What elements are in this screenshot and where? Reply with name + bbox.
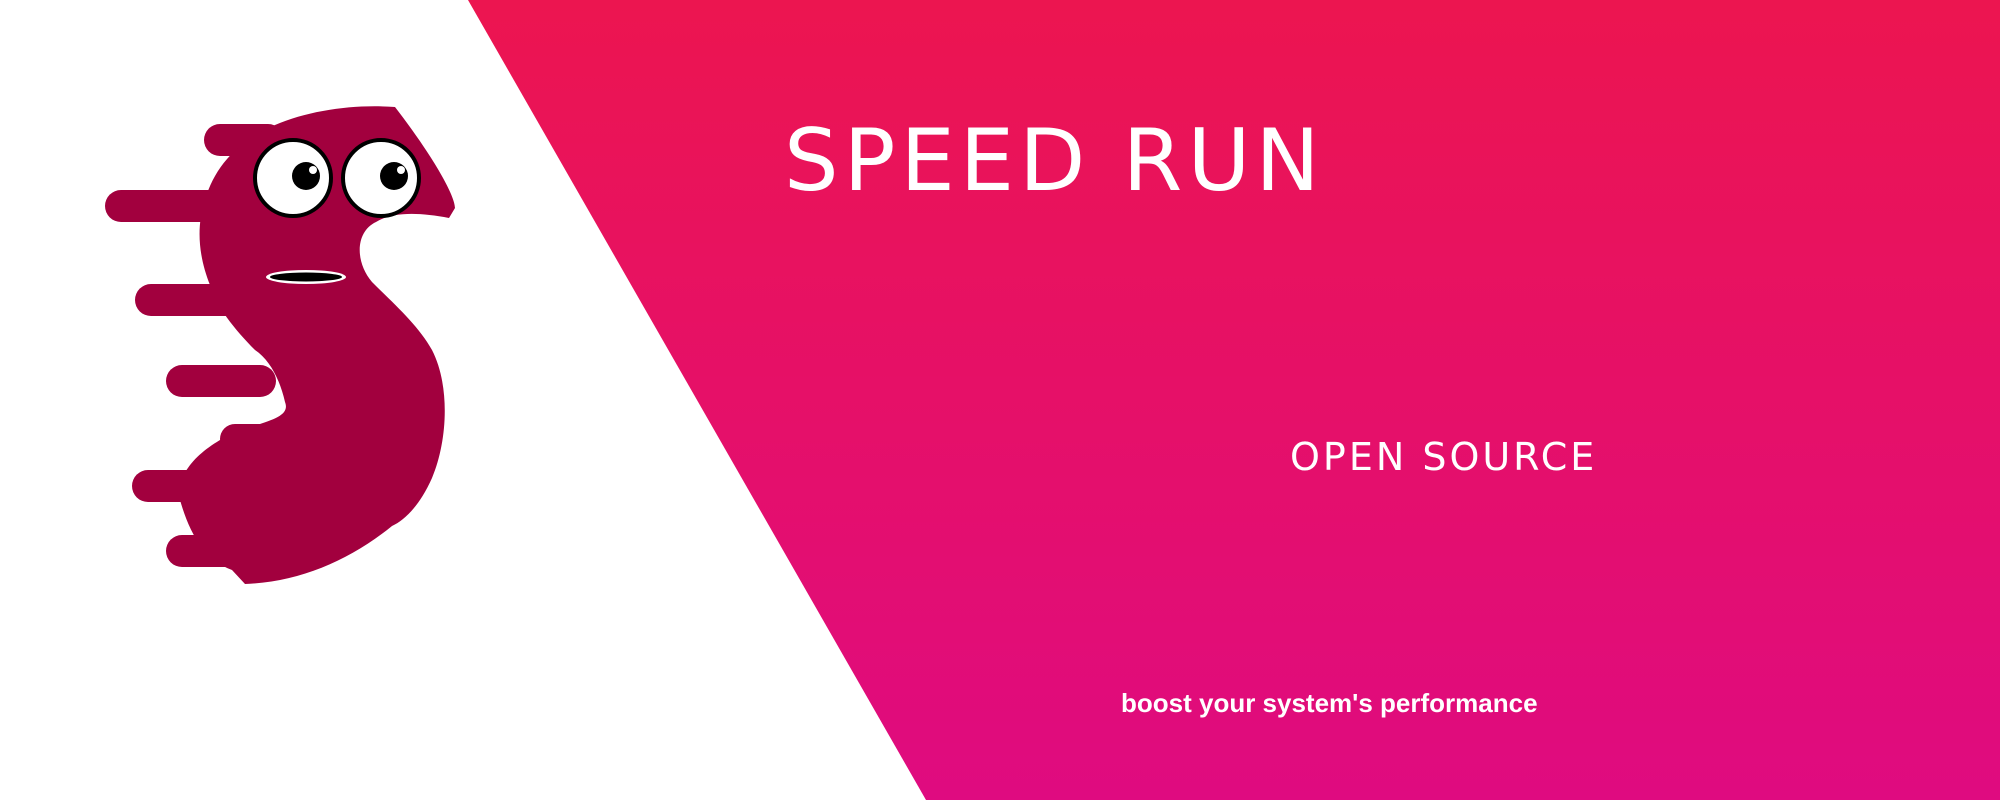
hero-banner: SPEED RUN OPEN SOURCE boost your system'… [0, 0, 2000, 800]
banner-tagline: boost your system's performance [1121, 688, 1538, 718]
banner-title: SPEED RUN [784, 111, 1325, 211]
speed-s-mascot-icon [105, 106, 455, 584]
mascot-mouth [266, 270, 346, 284]
banner-subtitle: OPEN SOURCE [1290, 435, 1598, 479]
